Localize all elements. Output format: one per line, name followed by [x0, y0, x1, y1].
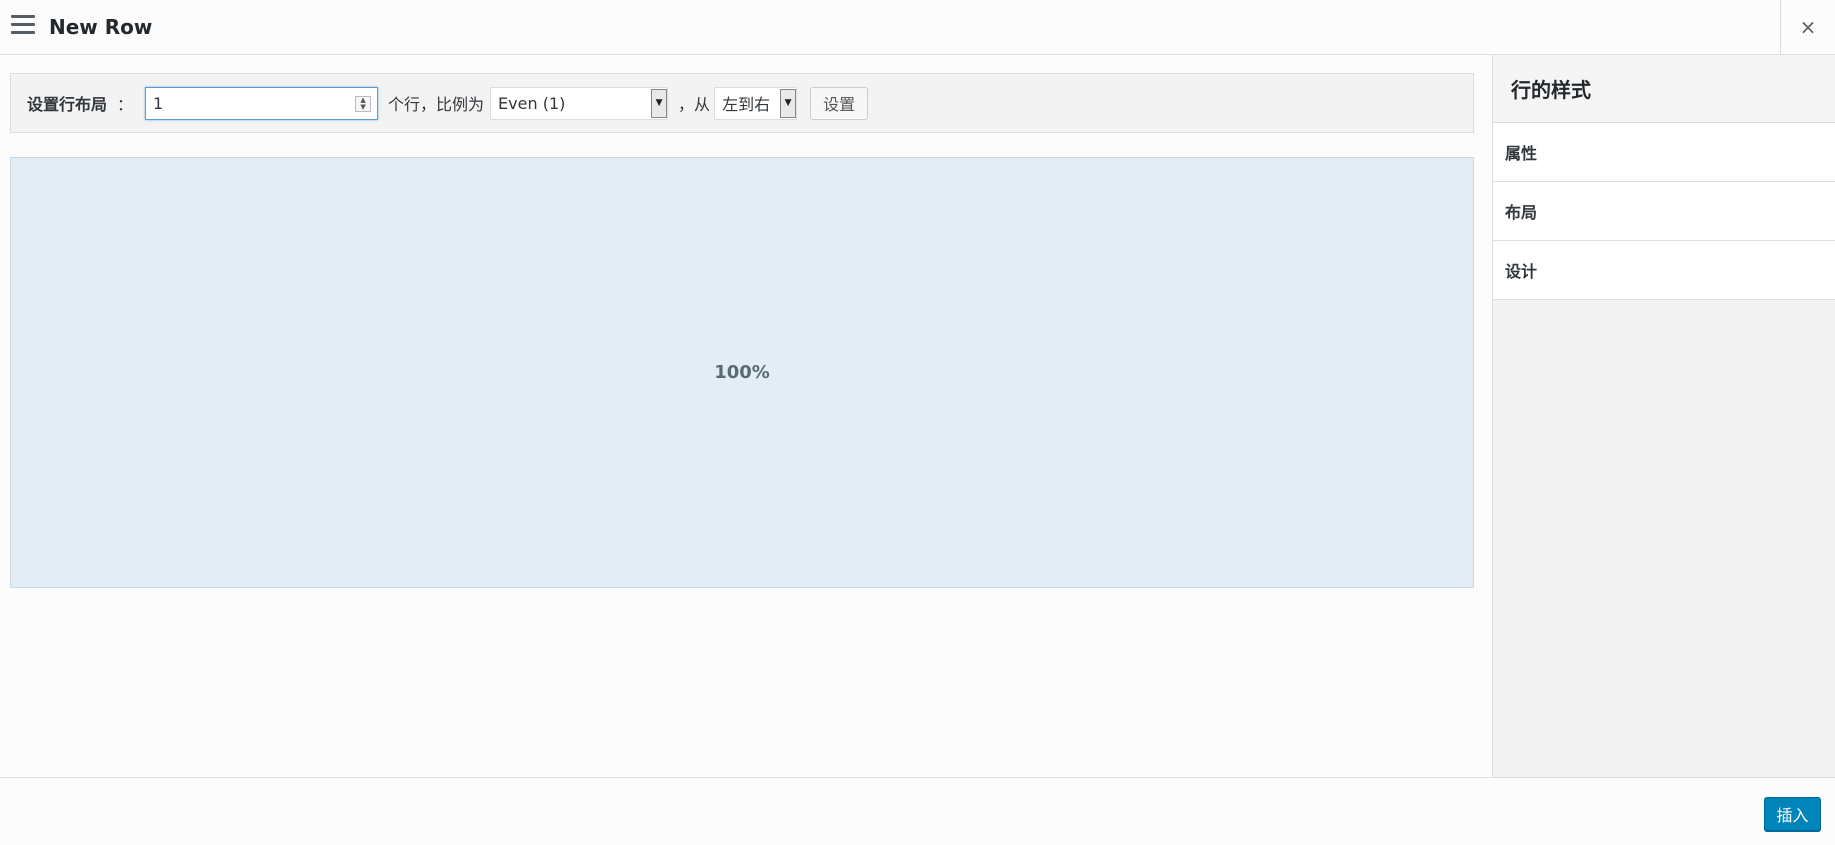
- spinner-icon[interactable]: ▲ ▼: [355, 95, 372, 112]
- dropdown-arrow-icon: ▼: [780, 88, 797, 118]
- sidebar-title: 行的样式: [1493, 55, 1835, 123]
- column-width-label: 100%: [714, 362, 770, 383]
- sidebar-item-attributes[interactable]: 属性: [1493, 123, 1835, 182]
- modal-footer: 插入: [0, 777, 1835, 845]
- sidebar-item-label: 布局: [1505, 203, 1538, 222]
- layout-colon: ：: [117, 95, 134, 114]
- menu-icon[interactable]: [11, 15, 35, 35]
- from-text: ，从: [678, 95, 711, 114]
- sidebar-item-layout[interactable]: 布局: [1493, 182, 1835, 241]
- columns-number-input[interactable]: 1 ▲ ▼: [145, 86, 379, 120]
- ratio-select[interactable]: Even (1) ▼: [490, 86, 669, 120]
- columns-value: 1: [153, 93, 164, 113]
- rows-ratio-text: 个行，比例为: [388, 95, 485, 114]
- set-button[interactable]: 设置: [810, 86, 869, 120]
- dropdown-arrow-icon: ▼: [651, 88, 668, 118]
- modal-header: New Row ×: [0, 0, 1835, 55]
- layout-label: 设置行布局: [27, 95, 108, 114]
- main-panel: 设置行布局 ： 1 ▲ ▼ 个行，比例为 Even (1) ▼ ，从 左到右 ▼ …: [0, 56, 1492, 777]
- sidebar-item-label: 属性: [1505, 144, 1538, 163]
- row-layout-toolbar: 设置行布局 ： 1 ▲ ▼ 个行，比例为 Even (1) ▼ ，从 左到右 ▼ …: [10, 73, 1474, 133]
- sidebar-item-design[interactable]: 设计: [1493, 241, 1835, 300]
- modal-title: New Row: [49, 15, 153, 39]
- ratio-selected-value: Even (1): [498, 93, 566, 113]
- direction-selected-value: 左到右: [722, 95, 771, 114]
- close-button[interactable]: ×: [1780, 0, 1835, 54]
- insert-button[interactable]: 插入: [1764, 797, 1821, 831]
- close-icon: ×: [1799, 15, 1817, 39]
- row-column-preview[interactable]: 100%: [10, 157, 1474, 588]
- row-style-sidebar: 行的样式 属性 布局 设计: [1492, 55, 1835, 777]
- direction-select[interactable]: 左到右 ▼: [714, 86, 798, 120]
- sidebar-item-label: 设计: [1505, 262, 1538, 281]
